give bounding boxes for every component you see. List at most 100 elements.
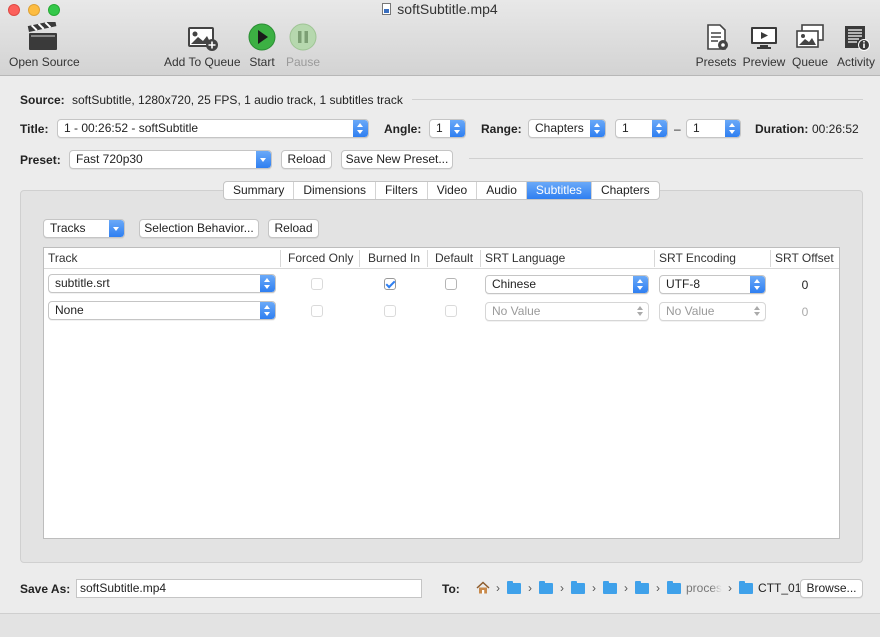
folder-icon bbox=[603, 580, 617, 594]
destination-path[interactable]: › › › › › › proces › CTT_01 bbox=[476, 579, 801, 597]
add-photo-icon bbox=[188, 27, 218, 51]
tab-dimensions[interactable]: Dimensions bbox=[294, 182, 377, 199]
clapperboard-icon bbox=[27, 22, 57, 50]
preset-label: Preset: bbox=[20, 153, 61, 167]
range-type-popup[interactable]: Chapters bbox=[528, 119, 606, 138]
column-divider bbox=[359, 250, 360, 267]
tab-bar: Summary Dimensions Filters Video Audio S… bbox=[223, 181, 660, 200]
title-toolbar: softSubtitle.mp4 Open Source Add To Queu… bbox=[0, 0, 880, 76]
srt-language-popup[interactable]: Chinese bbox=[485, 275, 649, 294]
path-chevron-icon: › bbox=[528, 581, 532, 595]
forced-only-checkbox[interactable] bbox=[311, 278, 323, 290]
track-popup[interactable]: subtitle.srt bbox=[48, 274, 276, 293]
tab-audio[interactable]: Audio bbox=[477, 182, 527, 199]
range-label: Range: bbox=[481, 122, 522, 136]
save-new-preset-button[interactable]: Save New Preset... bbox=[341, 150, 453, 169]
range-start-popup[interactable]: 1 bbox=[615, 119, 668, 138]
source-label: Source: bbox=[20, 93, 65, 107]
tab-summary[interactable]: Summary bbox=[224, 182, 295, 199]
angle-label: Angle: bbox=[384, 122, 422, 136]
folder-icon bbox=[635, 580, 649, 594]
save-as-label: Save As: bbox=[20, 582, 71, 596]
document-icon bbox=[382, 3, 392, 15]
pause-icon bbox=[289, 23, 317, 51]
start-button[interactable]: Start bbox=[245, 22, 279, 69]
preview-monitor-icon bbox=[751, 27, 777, 49]
path-chevron-icon: › bbox=[592, 581, 596, 595]
save-as-filename-field[interactable]: softSubtitle.mp4 bbox=[76, 579, 422, 598]
status-bar bbox=[0, 613, 880, 637]
column-divider bbox=[770, 250, 771, 267]
presets-button[interactable]: Presets bbox=[695, 22, 737, 69]
tracks-menu[interactable]: Tracks bbox=[43, 219, 125, 238]
title-label: Title: bbox=[20, 122, 49, 136]
tab-chapters[interactable]: Chapters bbox=[592, 182, 659, 199]
path-chevron-icon: › bbox=[560, 581, 564, 595]
pause-button[interactable]: Pause bbox=[284, 22, 322, 69]
burned-in-checkbox[interactable] bbox=[384, 305, 396, 317]
presets-icon bbox=[707, 24, 728, 50]
range-dash: – bbox=[674, 122, 681, 136]
range-end-popup[interactable]: 1 bbox=[686, 119, 741, 138]
browse-button[interactable]: Browse... bbox=[800, 579, 863, 598]
folder-icon bbox=[739, 580, 754, 594]
srt-encoding-popup[interactable]: UTF-8 bbox=[659, 275, 766, 294]
forced-only-checkbox[interactable] bbox=[311, 305, 323, 317]
path-chevron-icon: › bbox=[656, 581, 660, 595]
source-separator bbox=[412, 99, 863, 100]
add-to-queue-button[interactable]: Add To Queue bbox=[164, 22, 241, 69]
column-forced-only[interactable]: Forced Only bbox=[288, 248, 354, 269]
activity-log-icon bbox=[845, 26, 870, 51]
burned-in-checkbox[interactable] bbox=[384, 278, 396, 290]
track-popup[interactable]: None bbox=[48, 301, 276, 320]
queue-stack-icon bbox=[796, 24, 824, 48]
folder-icon bbox=[539, 580, 553, 594]
default-checkbox[interactable] bbox=[445, 278, 457, 290]
preset-reload-button[interactable]: Reload bbox=[281, 150, 332, 169]
path-chevron-icon: › bbox=[728, 581, 733, 595]
destination-label: To: bbox=[442, 582, 460, 596]
folder-icon bbox=[667, 580, 681, 594]
home-icon bbox=[476, 581, 490, 594]
srt-encoding-popup[interactable]: No Value bbox=[659, 302, 766, 321]
column-track[interactable]: Track bbox=[48, 248, 78, 269]
tab-subtitles[interactable]: Subtitles bbox=[526, 182, 592, 199]
preview-button[interactable]: Preview bbox=[742, 22, 786, 69]
column-divider bbox=[280, 250, 281, 267]
srt-offset-field[interactable]: 0 bbox=[775, 278, 835, 292]
title-popup[interactable]: 1 - 00:26:52 - softSubtitle bbox=[57, 119, 369, 138]
duration-label: Duration: bbox=[755, 122, 809, 136]
tab-video[interactable]: Video bbox=[428, 182, 478, 199]
path-chevron-icon: › bbox=[624, 581, 628, 595]
path-segment-last: CTT_01 bbox=[758, 581, 802, 595]
subtitles-reload-button[interactable]: Reload bbox=[268, 219, 319, 238]
duration-value: 00:26:52 bbox=[812, 122, 859, 136]
column-default[interactable]: Default bbox=[435, 248, 474, 269]
subtitle-tracks-table: Track Forced Only Burned In Default SRT … bbox=[43, 247, 840, 539]
column-burned-in[interactable]: Burned In bbox=[368, 248, 421, 269]
path-segment: proces bbox=[686, 581, 723, 595]
folder-icon bbox=[507, 580, 521, 594]
column-divider bbox=[654, 250, 655, 267]
column-srt-encoding[interactable]: SRT Encoding bbox=[659, 248, 736, 269]
tab-filters[interactable]: Filters bbox=[376, 182, 428, 199]
column-divider bbox=[427, 250, 428, 267]
column-divider bbox=[480, 250, 481, 267]
default-checkbox[interactable] bbox=[445, 305, 457, 317]
open-source-button[interactable]: Open Source bbox=[9, 22, 80, 69]
path-chevron-icon: › bbox=[496, 581, 500, 595]
srt-offset-field[interactable]: 0 bbox=[775, 305, 835, 319]
queue-button[interactable]: Queue bbox=[791, 22, 829, 69]
column-srt-language[interactable]: SRT Language bbox=[485, 248, 566, 269]
srt-language-popup[interactable]: No Value bbox=[485, 302, 649, 321]
angle-popup[interactable]: 1 bbox=[429, 119, 466, 138]
preset-separator bbox=[469, 158, 863, 159]
window-title: softSubtitle.mp4 bbox=[0, 1, 880, 17]
preset-popup[interactable]: Fast 720p30 bbox=[69, 150, 272, 169]
column-srt-offset[interactable]: SRT Offset bbox=[775, 248, 834, 269]
folder-icon bbox=[571, 580, 585, 594]
source-info: softSubtitle, 1280x720, 25 FPS, 1 audio … bbox=[72, 93, 403, 107]
play-icon bbox=[248, 23, 276, 51]
activity-button[interactable]: Activity bbox=[834, 22, 878, 69]
selection-behavior-button[interactable]: Selection Behavior... bbox=[139, 219, 259, 238]
